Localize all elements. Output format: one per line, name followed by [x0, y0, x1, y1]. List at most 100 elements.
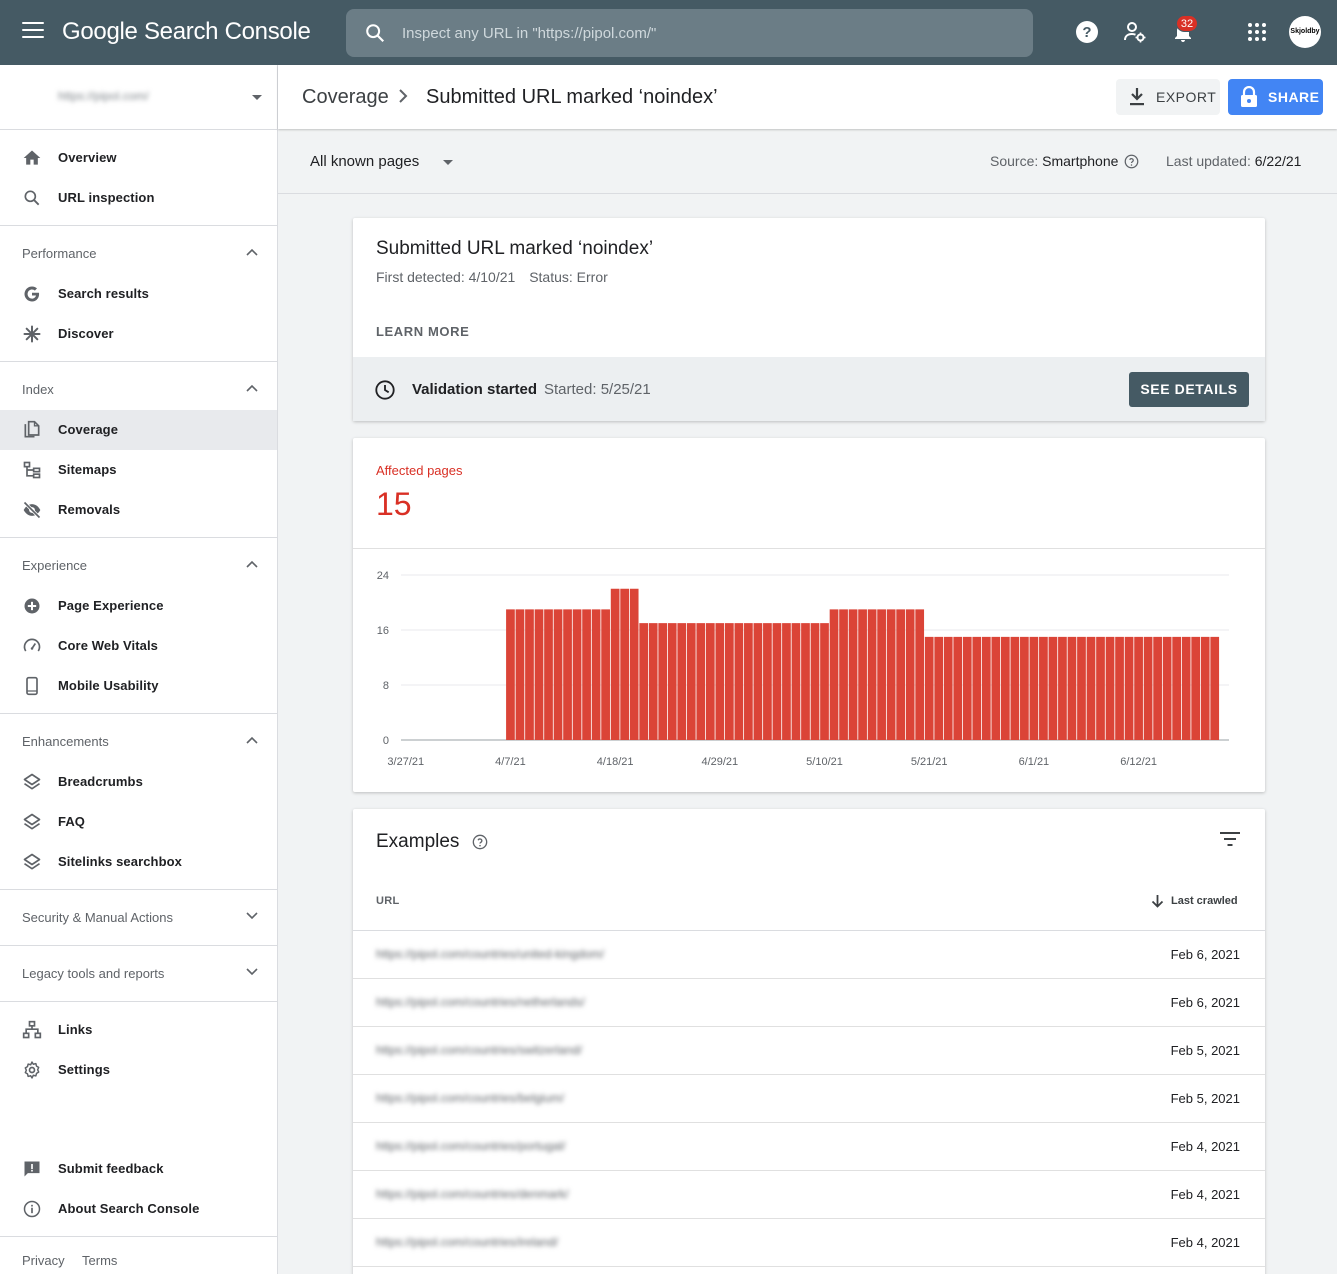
sidebar-item-faq[interactable]: FAQ — [0, 802, 277, 842]
sidebar-item-core-web-vitals[interactable]: Core Web Vitals — [0, 626, 277, 666]
chart-bar — [962, 636, 972, 740]
table-row[interactable]: https://pipol.com/countries/belgium/Feb … — [353, 1075, 1265, 1123]
chart-bar — [981, 636, 991, 740]
pages-filter-dropdown[interactable]: All known pages — [310, 153, 419, 170]
chart-bar — [953, 636, 963, 740]
sidebar-item-search-results[interactable]: Search results — [0, 274, 277, 314]
row-url[interactable]: https://pipol.com/countries/belgium/ — [376, 1091, 564, 1105]
export-button[interactable]: EXPORT — [1116, 79, 1220, 115]
chart-bar — [1105, 636, 1115, 740]
chart-bar — [1086, 636, 1096, 740]
chart-bar — [686, 623, 696, 740]
section-legacy-tools[interactable]: Legacy tools and reports — [0, 953, 277, 993]
section-enhancements[interactable]: Enhancements — [0, 721, 277, 761]
filter-list-icon[interactable] — [1219, 831, 1241, 847]
sidebar-item-sitelinks-searchbox[interactable]: Sitelinks searchbox — [0, 842, 277, 882]
user-settings-icon[interactable] — [1123, 20, 1147, 44]
chart-bar — [629, 588, 639, 740]
sidebar-item-discover[interactable]: Discover — [0, 314, 277, 354]
chart-bar — [867, 609, 877, 740]
url-inspection-search[interactable] — [346, 9, 1033, 57]
account-avatar[interactable]: Skjoldby — [1289, 16, 1321, 48]
search-icon — [366, 24, 385, 43]
sidebar-item-sitemaps[interactable]: Sitemaps — [0, 450, 277, 490]
chart-bar — [848, 609, 858, 740]
gear-icon — [24, 1061, 40, 1079]
see-details-button[interactable]: SEE DETAILS — [1129, 372, 1249, 407]
search-input[interactable] — [402, 9, 1002, 57]
sidebar-item-submit-feedback[interactable]: Submit feedback — [0, 1149, 277, 1189]
table-row[interactable]: https://pipol.com/countries/switzerland/… — [353, 1027, 1265, 1075]
chart-bar — [648, 623, 658, 740]
chevron-down-icon — [246, 968, 258, 976]
breadcrumb-coverage[interactable]: Coverage — [302, 86, 389, 109]
sidebar-item-about[interactable]: About Search Console — [0, 1189, 277, 1229]
sidebar-item-mobile-usability[interactable]: Mobile Usability — [0, 666, 277, 706]
chart-bar — [1029, 636, 1039, 740]
section-label: Enhancements — [22, 734, 109, 749]
page-header: Coverage Submitted URL marked ‘noindex’ … — [278, 65, 1337, 129]
table-row[interactable]: https://pipol.com/countries/ireland/Feb … — [353, 1219, 1265, 1267]
sidebar-item-label: Links — [58, 1022, 93, 1037]
section-security-manual-actions[interactable]: Security & Manual Actions — [0, 897, 277, 937]
row-url[interactable]: https://pipol.com/countries/portugal/ — [376, 1139, 565, 1153]
sitemap-icon — [23, 461, 41, 479]
row-url[interactable]: https://pipol.com/countries/switzerland/ — [376, 1043, 582, 1057]
chart-bar — [753, 623, 763, 740]
chart-bar — [1134, 636, 1143, 740]
chart-bar — [715, 623, 725, 740]
section-performance[interactable]: Performance — [0, 233, 277, 273]
sidebar-item-page-experience[interactable]: Page Experience — [0, 586, 277, 626]
privacy-link[interactable]: Privacy — [22, 1253, 65, 1268]
sidebar-item-breadcrumbs[interactable]: Breadcrumbs — [0, 762, 277, 802]
table-row[interactable]: https://pipol.com/countries/netherlands/… — [353, 979, 1265, 1027]
chart-bar — [1115, 636, 1124, 740]
chart-bar — [972, 636, 982, 740]
chart-bar — [801, 623, 810, 740]
row-url[interactable]: https://pipol.com/countries/ireland/ — [376, 1235, 558, 1249]
x-tick-label: 5/21/21 — [911, 756, 948, 768]
table-row[interactable]: https://pipol.com/countries/united-kingd… — [353, 931, 1265, 979]
help-icon[interactable]: ? — [1075, 20, 1099, 44]
google-g-icon — [24, 286, 40, 302]
chart-bar — [705, 623, 715, 740]
download-icon — [1130, 88, 1144, 106]
sidebar-item-coverage[interactable]: Coverage — [0, 410, 277, 450]
chart-bar — [1058, 636, 1067, 740]
chart-bar — [724, 623, 734, 740]
table-row[interactable]: https://pipol.com/countries/denmark/Feb … — [353, 1171, 1265, 1219]
help-outline-icon[interactable] — [1124, 154, 1139, 169]
row-url[interactable]: https://pipol.com/countries/united-kingd… — [376, 947, 604, 961]
table-row[interactable]: https://pipol.com/countries/portugal/Feb… — [353, 1123, 1265, 1171]
section-index[interactable]: Index — [0, 369, 277, 409]
sidebar-item-overview[interactable]: Overview — [0, 138, 277, 178]
chart-bar — [1210, 636, 1220, 740]
feedback-icon — [24, 1161, 40, 1177]
chart-bar — [1153, 636, 1162, 740]
chart-bar — [506, 609, 515, 740]
terms-link[interactable]: Terms — [82, 1253, 117, 1268]
app-title[interactable]: Google Search Console — [62, 18, 311, 46]
chart-bar — [810, 623, 820, 740]
top-app-bar: Google Search Console ? 32 Skjoldby — [0, 0, 1337, 65]
property-selector[interactable]: https://pipol.com/ — [0, 65, 277, 130]
apps-grid-icon[interactable] — [1245, 20, 1269, 44]
notification-count-badge[interactable]: 32 — [1176, 15, 1198, 32]
sidebar-item-removals[interactable]: Removals — [0, 490, 277, 530]
sidebar-item-settings[interactable]: Settings — [0, 1050, 277, 1090]
share-label: SHARE — [1268, 89, 1320, 105]
row-url[interactable]: https://pipol.com/countries/denmark/ — [376, 1187, 569, 1201]
sidebar-item-links[interactable]: Links — [0, 1010, 277, 1050]
sidebar-item-url-inspection[interactable]: URL inspection — [0, 178, 277, 218]
column-header-url[interactable]: URL — [376, 895, 400, 907]
hamburger-menu-icon[interactable] — [22, 22, 44, 42]
examples-title: Examples — [376, 831, 460, 852]
row-url[interactable]: https://pipol.com/countries/netherlands/ — [376, 995, 585, 1009]
chart-bar — [1048, 636, 1058, 740]
share-button[interactable]: SHARE — [1228, 79, 1323, 115]
chart-bar — [563, 609, 572, 740]
section-experience[interactable]: Experience — [0, 545, 277, 585]
help-outline-icon[interactable] — [472, 834, 488, 850]
learn-more-link[interactable]: LEARN MORE — [376, 324, 469, 339]
chevron-down-icon[interactable] — [443, 160, 453, 165]
